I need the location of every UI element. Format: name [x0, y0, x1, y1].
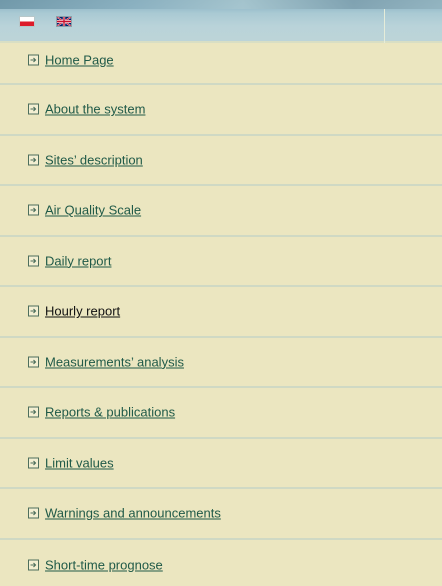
- menu-link-sites-description[interactable]: Sites’ description: [45, 152, 143, 167]
- menu-item-home: Home Page: [0, 43, 442, 85]
- poland-flag-icon[interactable]: [19, 16, 35, 27]
- main-menu: Home Page About the system Sites’ descri…: [0, 43, 442, 586]
- menu-link-daily-report[interactable]: Daily report: [45, 253, 111, 268]
- menu-link-limit-values[interactable]: Limit values: [45, 455, 114, 470]
- menu-link-home-page[interactable]: Home Page: [45, 53, 114, 68]
- arrow-icon: [28, 103, 39, 115]
- menu-item-prognose: Short-time prognose: [0, 540, 442, 586]
- menu-item-hourly: Hourly report: [0, 287, 442, 338]
- menu-item-limits: Limit values: [0, 439, 442, 489]
- arrow-icon: [28, 154, 39, 166]
- arrow-icon: [28, 305, 39, 317]
- arrow-icon: [28, 559, 39, 571]
- navigation-page: Home Page About the system Sites’ descri…: [0, 0, 442, 586]
- arrow-icon: [28, 255, 39, 267]
- menu-link-short-time-prognose[interactable]: Short-time prognose: [45, 557, 163, 572]
- uk-flag-icon[interactable]: [56, 16, 72, 27]
- menu-link-hourly-report[interactable]: Hourly report: [45, 304, 120, 319]
- menu-link-about-the-system[interactable]: About the system: [45, 102, 145, 117]
- menu-item-warnings: Warnings and announcements: [0, 489, 442, 540]
- menu-link-air-quality-scale[interactable]: Air Quality Scale: [45, 203, 141, 218]
- menu-item-air-quality: Air Quality Scale: [0, 186, 442, 237]
- arrow-icon: [28, 54, 39, 66]
- header-separator: [384, 9, 385, 43]
- menu-item-daily: Daily report: [0, 237, 442, 287]
- arrow-icon: [28, 406, 39, 418]
- arrow-icon: [28, 204, 39, 216]
- menu-item-about: About the system: [0, 85, 442, 136]
- header-band: [0, 0, 442, 9]
- arrow-icon: [28, 507, 39, 519]
- language-bar: [0, 0, 442, 43]
- menu-link-reports-publications[interactable]: Reports & publications: [45, 405, 175, 420]
- menu-link-warnings-announcements[interactable]: Warnings and announcements: [45, 506, 221, 521]
- menu-item-reports: Reports & publications: [0, 388, 442, 439]
- menu-item-measurements: Measurements’ analysis: [0, 338, 442, 388]
- menu-item-sites: Sites’ description: [0, 136, 442, 186]
- menu-link-measurements-analysis[interactable]: Measurements’ analysis: [45, 354, 184, 369]
- arrow-icon: [28, 457, 39, 469]
- arrow-icon: [28, 356, 39, 368]
